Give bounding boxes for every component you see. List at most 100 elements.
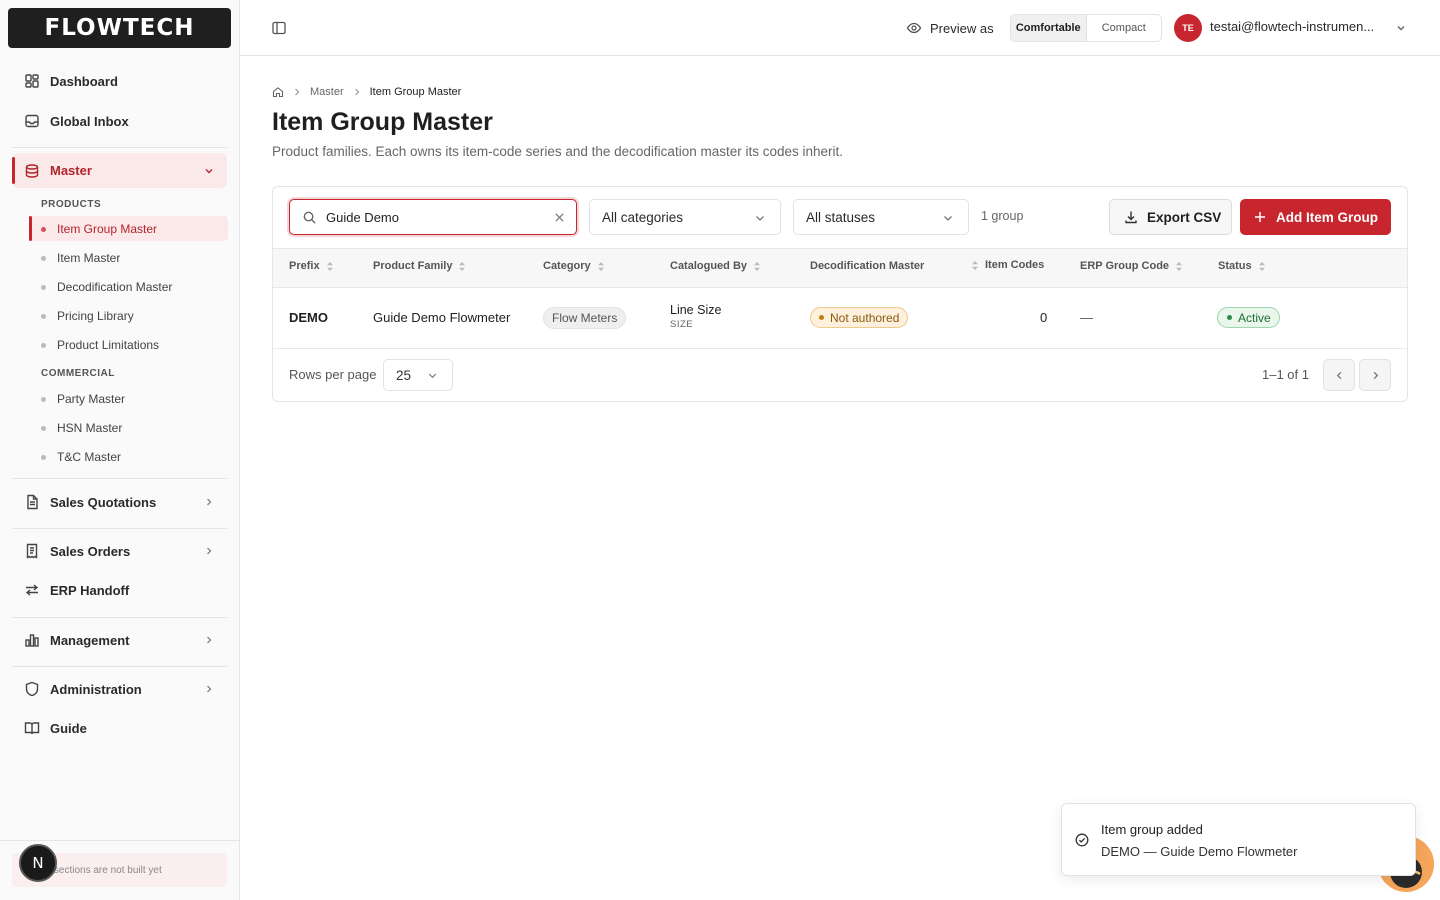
active-indicator — [12, 157, 15, 184]
shield-icon — [25, 681, 39, 697]
chevron-right-icon — [207, 547, 212, 555]
sidebar-item-label: Management — [50, 632, 130, 648]
flowtech-logo[interactable]: FLOWTECH — [8, 8, 231, 48]
sidebar-item-management[interactable]: Management — [12, 622, 227, 658]
column-header-prefix[interactable]: Prefix — [289, 260, 333, 272]
logo-text: FLOWTECH — [44, 15, 195, 41]
sidebar-item-guide[interactable]: Guide — [12, 710, 227, 746]
sidebar-item-label: Product Limitations — [57, 338, 160, 352]
cell-item-codes: 0 — [1040, 310, 1048, 325]
sidebar-divider — [12, 147, 227, 148]
search-input[interactable] — [326, 208, 546, 226]
close-icon[interactable] — [554, 212, 565, 223]
user-email[interactable]: testai@flowtech-instrumen... — [1210, 19, 1374, 34]
rows-per-page-select[interactable]: 25 — [383, 359, 453, 391]
sidebar-divider — [12, 528, 227, 529]
chevron-right-icon — [207, 636, 212, 644]
footer-note-text: ed sections are not built yet — [40, 864, 162, 876]
status-filter-select[interactable]: All statuses — [793, 199, 969, 235]
sidebar-item-item-master[interactable]: Item Master — [29, 245, 228, 271]
column-header-label: Prefix — [289, 260, 320, 272]
column-header-category[interactable]: Category — [543, 260, 604, 272]
sidebar-item-product-limitations[interactable]: Product Limitations — [29, 332, 228, 358]
sidebar-item-global-inbox[interactable]: Global Inbox — [12, 103, 227, 139]
sidebar-item-sales-quotations[interactable]: Sales Quotations — [12, 484, 227, 520]
add-item-group-button[interactable]: Add Item Group — [1240, 199, 1391, 235]
sort-icon — [459, 261, 466, 271]
sidebar-item-pricing-library[interactable]: Pricing Library — [29, 303, 228, 329]
export-csv-label: Export CSV — [1147, 209, 1222, 225]
preview-as-label: Preview as — [930, 20, 994, 36]
bullet-icon — [41, 426, 46, 431]
home-icon[interactable] — [272, 86, 284, 98]
plus-icon — [1255, 212, 1265, 222]
sidebar-item-erp-handoff[interactable]: ERP Handoff — [12, 572, 227, 608]
breadcrumb: Master Item Group Master — [272, 84, 461, 100]
inbox-icon — [25, 114, 39, 128]
sidebar-item-decodification-master[interactable]: Decodification Master — [29, 274, 228, 300]
bar-chart-icon — [25, 634, 39, 647]
sort-icon — [754, 261, 761, 271]
add-item-group-label: Add Item Group — [1276, 209, 1378, 225]
density-comfortable-button[interactable]: Comfortable — [1011, 15, 1087, 41]
sidebar-item-label: HSN Master — [57, 421, 123, 435]
density-compact-button[interactable]: Compact — [1087, 15, 1162, 41]
sidebar-item-label: T&C Master — [57, 450, 122, 464]
sidebar-item-sales-orders[interactable]: Sales Orders — [12, 533, 227, 569]
sidebar-item-label: Decodification Master — [57, 280, 173, 294]
breadcrumb-current: Item Group Master — [369, 86, 462, 98]
chevron-right-icon — [207, 498, 212, 506]
sort-icon — [326, 261, 333, 271]
cell-erp-group-code: — — [1080, 310, 1093, 325]
search-field[interactable] — [289, 199, 577, 235]
preview-as-button[interactable]: Preview as — [906, 17, 994, 39]
n-badge-button[interactable]: N — [19, 844, 57, 882]
column-header-label: Decodification Master — [810, 260, 925, 272]
eye-icon — [906, 22, 922, 34]
sidebar-item-item-group-master[interactable]: Item Group Master — [29, 216, 228, 241]
decodification-status-badge: Not authored — [810, 307, 909, 328]
column-header-status[interactable]: Status — [1218, 260, 1265, 272]
column-header-product-family[interactable]: Product Family — [373, 260, 466, 272]
sidebar-item-party-master[interactable]: Party Master — [29, 386, 228, 412]
search-icon — [303, 211, 316, 224]
cell-prefix: DEMO — [289, 310, 328, 325]
previous-page-button[interactable] — [1323, 359, 1355, 391]
breadcrumb-master-link[interactable]: Master — [310, 86, 344, 98]
sidebar-item-tc-master[interactable]: T&C Master — [29, 444, 228, 470]
column-header-catalogued-by[interactable]: Catalogued By — [670, 260, 761, 272]
chevron-down-icon — [756, 216, 764, 221]
sidebar-item-dashboard[interactable]: Dashboard — [12, 63, 227, 99]
status-badge: Active — [1217, 307, 1280, 328]
column-header-label: Product Family — [373, 260, 453, 272]
sidebar-item-master[interactable]: Master — [12, 153, 227, 188]
sidebar-item-administration[interactable]: Administration — [12, 671, 227, 707]
column-header-label: Category — [543, 260, 591, 272]
download-icon — [1125, 211, 1137, 224]
category-filter-select[interactable]: All categories — [589, 199, 781, 235]
sidebar: FLOWTECH Dashboard Global Inbox Master P… — [0, 0, 240, 900]
column-header-label: ERP Group Code — [1080, 260, 1170, 272]
database-icon — [25, 163, 39, 178]
chevron-down-icon[interactable] — [1395, 22, 1407, 34]
toast-notification: Item group added DEMO — Guide Demo Flowm… — [1061, 803, 1416, 876]
category-badge: Flow Meters — [543, 307, 627, 329]
bullet-icon — [41, 343, 46, 348]
bullet-icon — [41, 455, 46, 460]
arrows-swap-icon — [25, 584, 39, 596]
column-header-item-codes[interactable]: Item Codes — [972, 259, 1044, 271]
toast-description: DEMO — Guide Demo Flowmeter — [1101, 844, 1298, 859]
sort-icon — [1176, 261, 1183, 271]
export-csv-button[interactable]: Export CSV — [1109, 199, 1232, 235]
sidebar-item-hsn-master[interactable]: HSN Master — [29, 415, 228, 441]
column-header-erp-group-code[interactable]: ERP Group Code — [1080, 260, 1183, 272]
category-filter-value: All categories — [602, 209, 684, 225]
next-page-button[interactable] — [1359, 359, 1391, 391]
sidebar-item-label: Global Inbox — [50, 113, 129, 129]
avatar[interactable]: TE — [1174, 14, 1202, 42]
row-divider — [273, 348, 1407, 349]
chevron-right-icon — [207, 685, 212, 693]
rows-per-page-label: Rows per page — [289, 367, 377, 382]
sidebar-toggle-icon[interactable] — [271, 20, 287, 36]
book-icon — [24, 722, 40, 735]
